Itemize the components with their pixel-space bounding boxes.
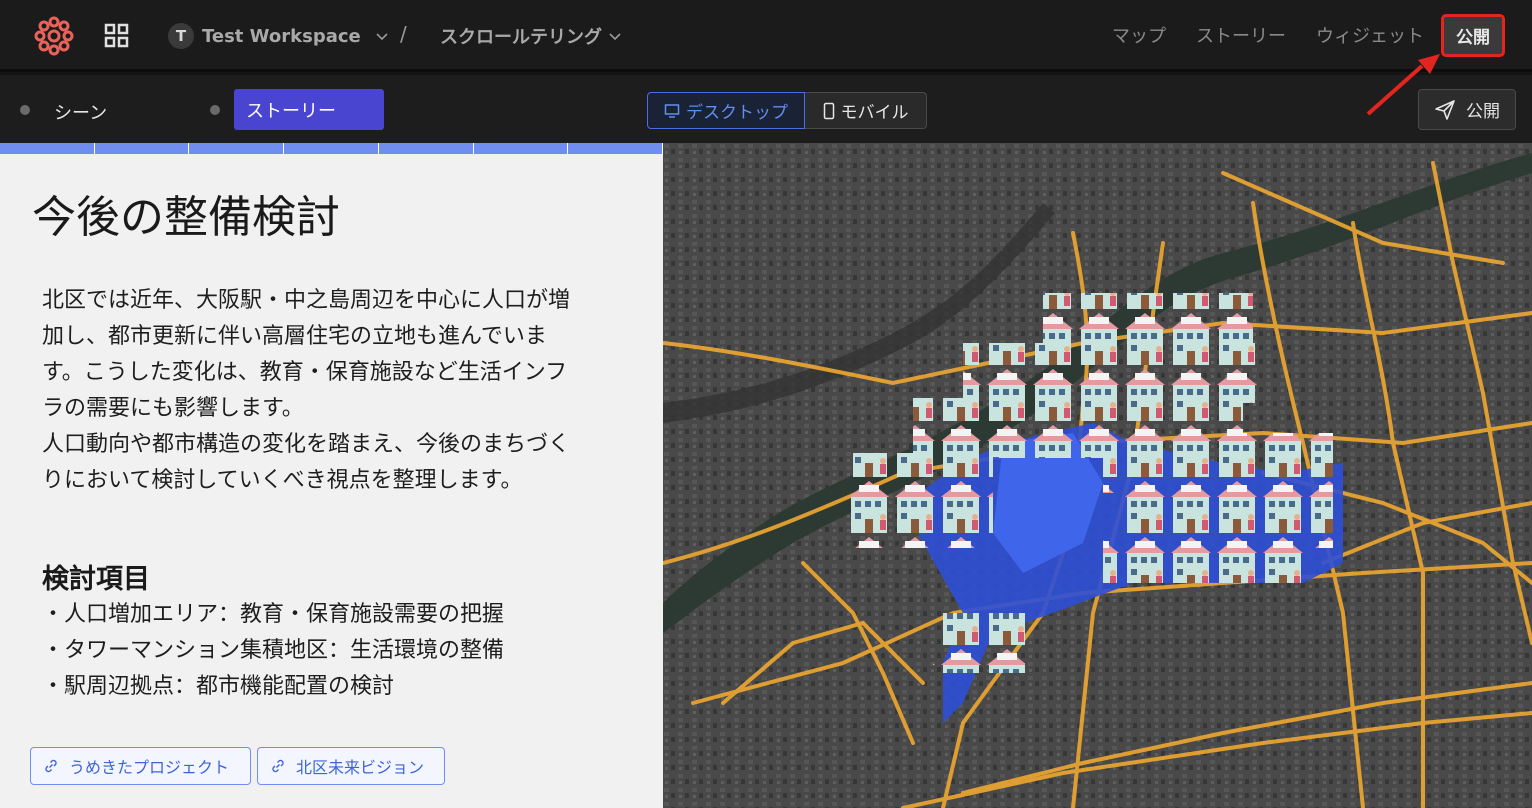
nav-map[interactable]: マップ <box>1112 22 1166 48</box>
scene-dot-icon <box>20 105 30 115</box>
chevron-down-icon <box>376 33 388 41</box>
publish-button-top[interactable]: 公開 <box>1441 14 1505 57</box>
workspace-name: Test Workspace <box>202 25 361 47</box>
link-umekita[interactable]: うめきたプロジェクト <box>30 747 251 785</box>
app-logo-icon[interactable] <box>30 12 78 60</box>
story-progress-bar <box>0 143 664 154</box>
link-icon <box>272 759 284 773</box>
desktop-icon <box>664 103 680 118</box>
project-selector[interactable]: スクロールテリング <box>440 22 622 50</box>
workspace-avatar: T <box>168 23 194 49</box>
paragraph-line: りにおいて検討していくべき視点を整理します。 <box>42 468 523 493</box>
editor-toolbar: シーン ストーリー デスクトップ モバイル 公開 <box>0 75 1532 143</box>
story-paragraph: 北区では近年、大阪駅・中之島周辺を中心に人口が増 加し、都市更新に伴い高層住宅の… <box>42 283 632 499</box>
annotation-arrow-icon <box>1366 54 1440 116</box>
list-item: ・人口増加エリア：教育・保育施設需要の把握 <box>42 602 505 627</box>
mobile-icon <box>823 102 834 119</box>
apps-grid-icon[interactable] <box>104 23 130 49</box>
breadcrumb-separator: / <box>400 22 407 46</box>
paragraph-line: 人口動向や都市構造の変化を踏まえ、今後のまちづく <box>42 432 571 457</box>
items-heading: 検討項目 <box>42 564 150 595</box>
top-header: T Test Workspace / スクロールテリング マップ ストーリー ウ… <box>0 0 1532 72</box>
project-name: スクロールテリング <box>440 27 602 48</box>
nav-story[interactable]: ストーリー <box>1196 22 1286 48</box>
map-view[interactable] <box>663 143 1532 808</box>
link-label: うめきたプロジェクト <box>69 758 230 777</box>
link-icon <box>45 759 57 773</box>
list-item: ・タワーマンション集積地区：生活環境の整備 <box>42 638 505 663</box>
list-item: ・駅周辺拠点：都市機能配置の検討 <box>42 674 395 699</box>
desktop-label: デスクトップ <box>686 103 788 123</box>
device-toggle: デスクトップ モバイル <box>647 92 927 129</box>
publish-label: 公開 <box>1466 102 1500 122</box>
link-vision[interactable]: 北区未来ビジョン <box>257 747 445 785</box>
chevron-down-icon <box>609 33 621 41</box>
mobile-label: モバイル <box>840 103 909 123</box>
tab-scene[interactable]: シーン <box>54 99 107 125</box>
story-title: 今後の整備検討 <box>32 192 340 243</box>
story-panel: 今後の整備検討 北区では近年、大阪駅・中之島周辺を中心に人口が増 加し、都市更新… <box>0 143 664 808</box>
paragraph-line: 北区では近年、大阪駅・中之島周辺を中心に人口が増 <box>42 288 571 313</box>
tab-story[interactable]: ストーリー <box>234 89 384 130</box>
workspace-selector[interactable]: T Test Workspace <box>168 22 389 50</box>
paragraph-line: す。こうした変化は、教育・保育施設など生活インフ <box>42 360 568 385</box>
story-dot-icon <box>210 105 220 115</box>
items-list: ・人口増加エリア：教育・保育施設需要の把握 ・タワーマンション集積地区：生活環境… <box>42 597 504 705</box>
paragraph-line: ラの需要にも影響します。 <box>42 396 304 421</box>
nav-widget[interactable]: ウィジェット <box>1316 22 1424 48</box>
link-label: 北区未来ビジョン <box>296 758 425 777</box>
satellite-map[interactable] <box>663 143 1532 808</box>
mobile-view-button[interactable]: モバイル <box>805 92 927 129</box>
paragraph-line: 加し、都市更新に伴い高層住宅の立地も進んでいま <box>42 324 547 349</box>
desktop-view-button[interactable]: デスクトップ <box>647 92 805 129</box>
